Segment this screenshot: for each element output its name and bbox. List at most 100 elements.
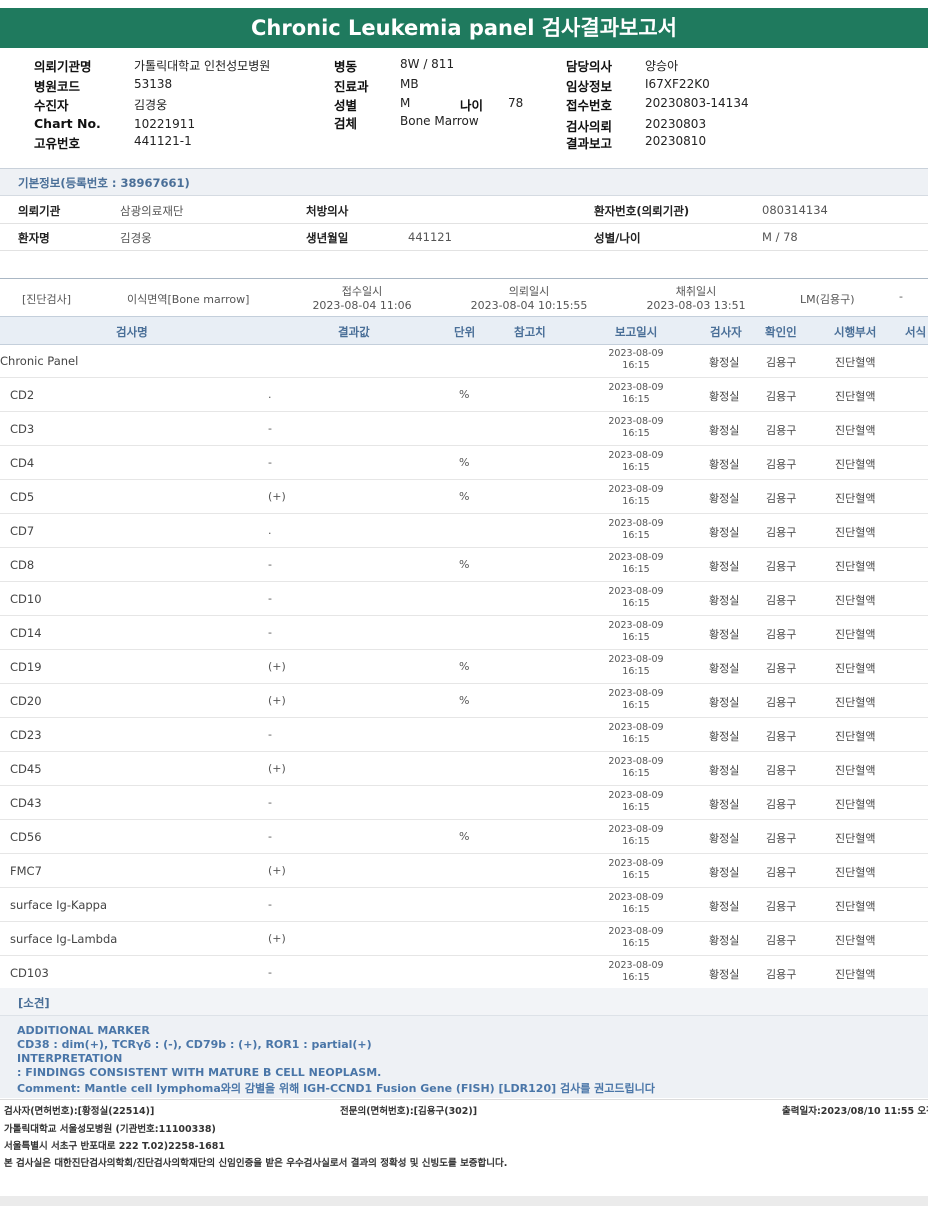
- table-row: CD23 - 2023-08-09 16:15 황정실 김용구 진단혈액: [0, 718, 928, 752]
- header-label: 수진자: [34, 98, 69, 113]
- result-value: (+): [268, 660, 286, 673]
- table-row: CD5 (+)% 2023-08-09 16:15 황정실 김용구 진단혈액: [0, 480, 928, 514]
- collected-label: 채취일시: [675, 285, 717, 298]
- header-value: 가톨릭대학교 인천성모병원: [134, 59, 271, 73]
- header-label: 의뢰기관명: [34, 59, 92, 74]
- header-value: 20230803-14134: [645, 96, 749, 110]
- confirmer: 김용구: [766, 764, 797, 777]
- result-value: .: [268, 524, 272, 537]
- report-time: 16:15: [622, 529, 650, 541]
- header-value: M: [400, 96, 411, 110]
- table-row: CD7. 2023-08-09 16:15 황정실 김용구 진단혈액: [0, 514, 928, 548]
- received-block: 접수일시 2023-08-04 11:06: [312, 283, 412, 312]
- tester: 황정실: [709, 356, 740, 369]
- tester: 황정실: [709, 424, 740, 437]
- table-row: CD2.% 2023-08-09 16:15 황정실 김용구 진단혈액: [0, 378, 928, 412]
- confirmer: 김용구: [766, 458, 797, 471]
- header-label: 접수번호: [566, 98, 613, 113]
- order-meta-row: [진단검사] 이식면역[Bone marrow] 접수일시 2023-08-04…: [0, 278, 928, 317]
- findings-line: Comment: Mantle cell lymphoma와의 감별을 위해 I…: [17, 1082, 655, 1095]
- report-time: 16:15: [622, 699, 650, 711]
- header-value: 김경웅: [134, 98, 168, 112]
- table-row: Chronic Panel 2023-08-09 16:15 황정실 김용구 진단혈액: [0, 344, 928, 378]
- confirmer: 김용구: [766, 662, 797, 675]
- report-time: 16:15: [622, 359, 650, 371]
- table-row: CD19 (+)% 2023-08-09 16:15 황정실 김용구 진단혈액: [0, 650, 928, 684]
- report-datetime: 2023-08-09 16:15: [602, 518, 670, 541]
- result-value: -: [268, 830, 272, 843]
- header-value: 441121-1: [134, 134, 192, 148]
- col-header: 확인인: [765, 325, 797, 339]
- unit: %: [459, 830, 470, 843]
- header-value: I67XF22K0: [645, 77, 710, 91]
- table-row: CD43 - 2023-08-09 16:15 황정실 김용구 진단혈액: [0, 786, 928, 820]
- age-value: 78: [508, 96, 524, 110]
- report-date: 2023-08-09: [608, 722, 664, 733]
- department: 진단혈액: [835, 458, 876, 471]
- test-name: Chronic Panel: [0, 354, 79, 368]
- department: 진단혈액: [835, 764, 876, 777]
- department: 진단혈액: [835, 526, 876, 539]
- department: 진단혈액: [835, 730, 876, 743]
- report-date: 2023-08-09: [608, 824, 664, 835]
- department: 진단혈액: [835, 832, 876, 845]
- lm-name: LM(김용구): [800, 293, 855, 306]
- report-date: 2023-08-09: [608, 654, 664, 665]
- result-value: (+): [268, 490, 286, 503]
- test-name: CD5: [10, 490, 35, 504]
- tester: 황정실: [709, 934, 740, 947]
- tester: 황정실: [709, 764, 740, 777]
- report-time: 16:15: [622, 631, 650, 643]
- table-row: surface Ig-Kappa - 2023-08-09 16:15 황정실 김용구 진단…: [0, 888, 928, 922]
- received-label: 접수일시: [341, 285, 383, 298]
- confirmer: 김용구: [766, 594, 797, 607]
- tester: 황정실: [709, 390, 740, 403]
- confirmer: 김용구: [766, 628, 797, 641]
- report-datetime: 2023-08-09 16:15: [602, 960, 670, 983]
- header-label: 고유번호: [34, 136, 81, 151]
- test-name: CD8: [10, 558, 35, 572]
- tester: 황정실: [709, 968, 740, 981]
- confirmer: 김용구: [766, 798, 797, 811]
- department: 진단혈액: [835, 934, 876, 947]
- hospital-address: 서울특별시 서초구 반포대로 222 T.02)2258-1681: [4, 1141, 225, 1152]
- header-value: 10221911: [134, 117, 196, 131]
- requested-value: 2023-08-04 10:15:55: [470, 299, 588, 312]
- report-datetime: 2023-08-09 16:15: [602, 348, 670, 371]
- test-name: CD43: [10, 796, 42, 810]
- tester: 황정실: [709, 798, 740, 811]
- department: 진단혈액: [835, 390, 876, 403]
- basic-info-row: 의뢰기관 삼광의료재단 처방의사 환자번호(의뢰기관) 080314134: [0, 196, 928, 224]
- test-name: CD103: [10, 966, 49, 980]
- department: 진단혈액: [835, 968, 876, 981]
- report-date: 2023-08-09: [608, 926, 664, 937]
- department: 진단혈액: [835, 900, 876, 913]
- report-date: 2023-08-09: [608, 416, 664, 427]
- tester: 황정실: [709, 730, 740, 743]
- report-date: 2023-08-09: [608, 348, 664, 359]
- test-name: CD23: [10, 728, 42, 742]
- table-row: CD20 (+)% 2023-08-09 16:15 황정실 김용구 진단혈액: [0, 684, 928, 718]
- report-time: 16:15: [622, 835, 650, 847]
- test-name: CD4: [10, 456, 35, 470]
- result-value: .: [268, 388, 272, 401]
- unit: %: [459, 660, 470, 673]
- basic-label: 처방의사: [306, 204, 349, 218]
- header-value: 양승아: [645, 59, 679, 73]
- header-label: 담당의사: [566, 59, 613, 74]
- table-row: CD103 - 2023-08-09 16:15 황정실 김용구 진단혈액: [0, 956, 928, 990]
- basic-info-section: 기본정보(등록번호 : 38967661): [0, 168, 928, 196]
- result-value: -: [268, 966, 272, 979]
- tester: 황정실: [709, 900, 740, 913]
- header-label: 병동: [334, 59, 358, 74]
- header-label: 검체: [334, 116, 358, 131]
- table-row: CD56 -% 2023-08-09 16:15 황정실 김용구 진단혈액: [0, 820, 928, 854]
- report-time: 16:15: [622, 597, 650, 609]
- basic-label: 생년월일: [306, 231, 349, 245]
- result-value: (+): [268, 932, 286, 945]
- tester: 황정실: [709, 560, 740, 573]
- print-date: 출력일자:2023/08/10 11:55 오전: [782, 1106, 928, 1117]
- confirmer: 김용구: [766, 424, 797, 437]
- department: 진단혈액: [835, 798, 876, 811]
- result-value: -: [268, 626, 272, 639]
